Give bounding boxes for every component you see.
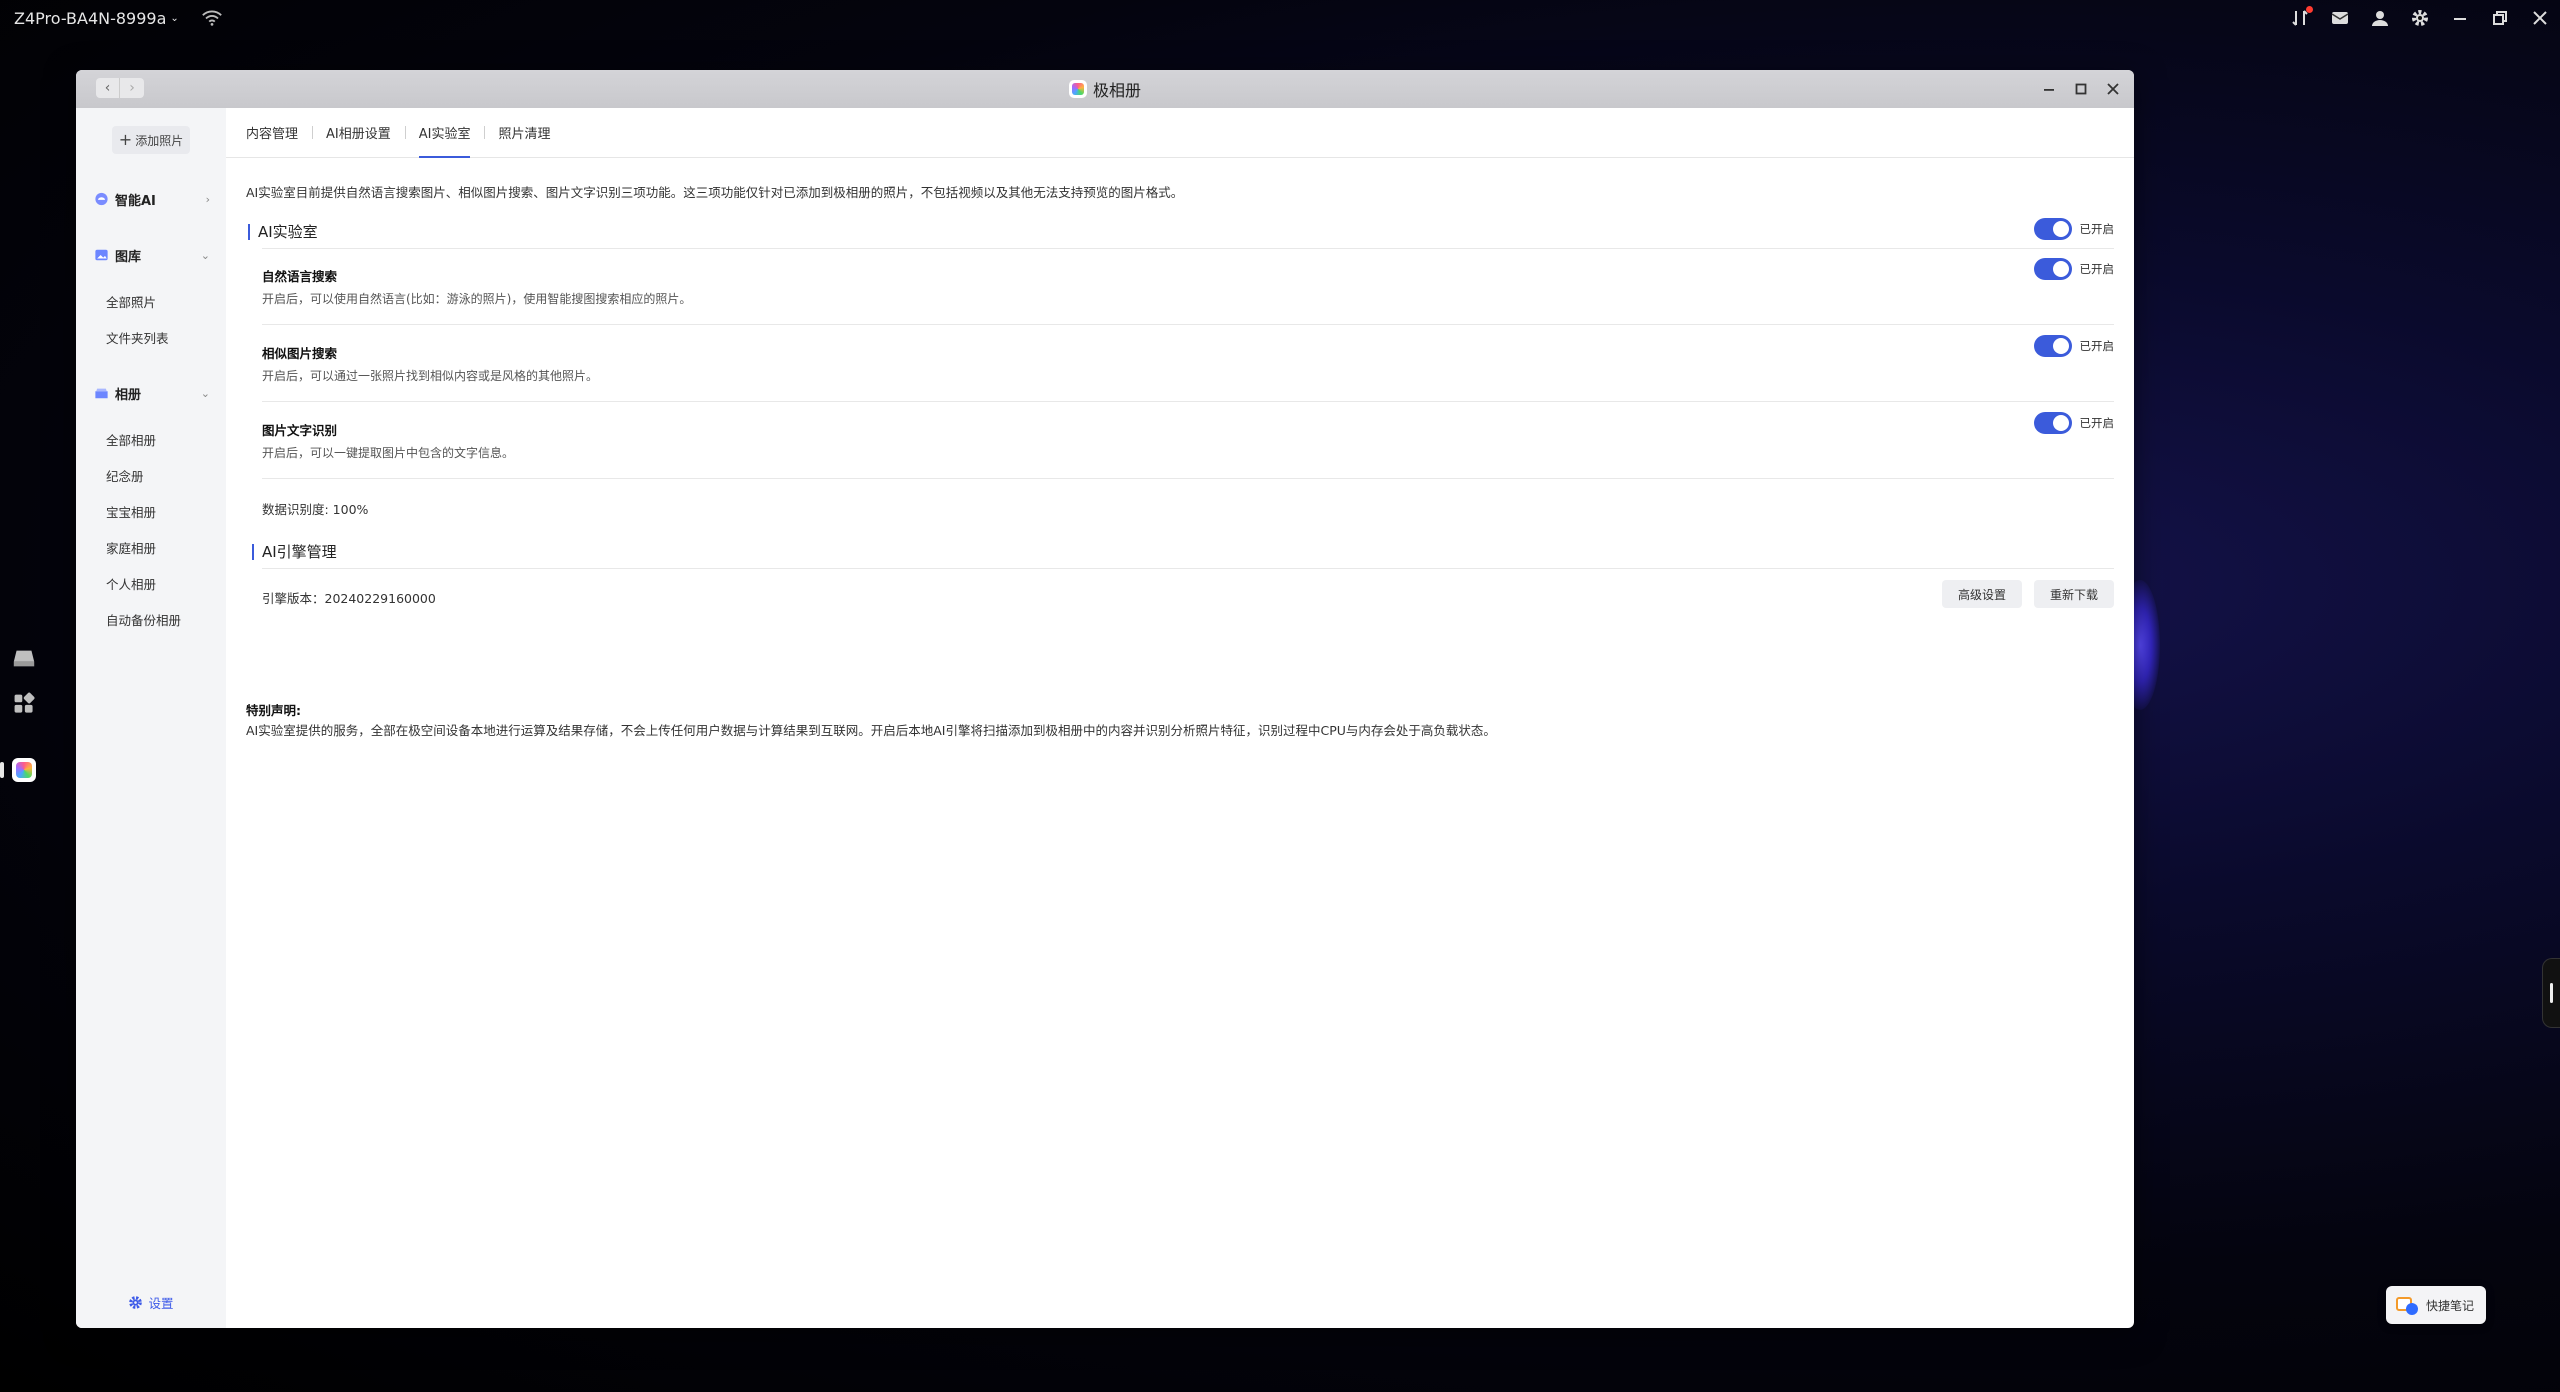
plus-icon: + <box>118 130 133 149</box>
system-tray <box>2290 0 2550 36</box>
tab-ai-album-settings[interactable]: AI相册设置 <box>312 108 405 158</box>
settings-label: 设置 <box>148 1296 174 1311</box>
forward-icon[interactable]: › <box>120 78 144 98</box>
close-icon[interactable] <box>2106 82 2120 96</box>
sidebar-item-label: 相册 <box>115 387 142 403</box>
recognition-progress-text: 数据识别度: 100% <box>262 502 369 517</box>
notice-title: 特别声明: <box>246 703 301 718</box>
sidebar-item-all-photos[interactable]: 全部照片 <box>106 292 156 311</box>
settings-button[interactable]: 设置 <box>76 1293 226 1312</box>
natural-language-search-toggle[interactable] <box>2033 258 2072 280</box>
minimize-icon[interactable] <box>2042 82 2056 96</box>
feature-title-image-text-recognition: 图片文字识别 <box>262 423 338 438</box>
toggle-state-label: 已开启 <box>2079 339 2115 353</box>
apps-grid-icon[interactable] <box>10 690 38 718</box>
sidebar-item-smart-ai[interactable]: 智能AI › <box>94 184 214 214</box>
similar-image-search-toggle[interactable] <box>2033 335 2072 357</box>
sidebar-item-personal-album[interactable]: 个人相册 <box>106 574 156 593</box>
main-content: 内容管理 AI相册设置 AI实验室 照片清理 AI实验室目前提供自然语言搜索图片… <box>226 108 2134 1328</box>
photo-album-app-icon[interactable] <box>12 758 36 782</box>
feature-desc-natural-language-search: 开启后，可以使用自然语言(比如：游泳的照片)，使用智能搜图搜索相应的照片。 <box>262 292 692 306</box>
side-panel-handle[interactable] <box>2542 958 2560 1028</box>
chevron-down-icon: ⌄ <box>200 386 210 400</box>
sidebar-item-auto-backup-album[interactable]: 自动备份相册 <box>106 610 181 629</box>
divider <box>262 324 2114 325</box>
sidebar-item-label: 图库 <box>115 249 142 265</box>
chevron-right-icon: › <box>205 192 210 206</box>
restore-icon[interactable] <box>2490 8 2510 28</box>
natural-language-search-toggle-row: 已开启 <box>2033 258 2115 280</box>
title-bar[interactable]: ‹ › 极相册 <box>76 70 2134 108</box>
add-photo-button[interactable]: + 添加照片 <box>112 126 190 154</box>
notification-dot <box>2306 6 2313 13</box>
advanced-settings-button[interactable]: 高级设置 <box>1941 580 2022 608</box>
maximize-icon[interactable] <box>2074 82 2088 96</box>
wifi-icon[interactable] <box>201 9 223 27</box>
redownload-button[interactable]: 重新下载 <box>2033 580 2114 608</box>
tab-photo-cleanup[interactable]: 照片清理 <box>484 108 564 158</box>
mail-icon[interactable] <box>2330 8 2350 28</box>
feature-title-natural-language-search: 自然语言搜索 <box>262 269 338 284</box>
gear-icon[interactable] <box>2410 8 2430 28</box>
chevron-down-icon: ⌄ <box>170 12 179 24</box>
image-text-recognition-toggle-row: 已开启 <box>2033 412 2115 434</box>
add-photo-label: 添加照片 <box>135 133 184 148</box>
quick-note-icon <box>2396 1295 2418 1315</box>
divider <box>262 401 2114 402</box>
feature-desc-similar-image-search: 开启后，可以通过一张照片找到相似内容或是风格的其他照片。 <box>262 369 599 383</box>
sidebar-item-library[interactable]: 图库 ⌄ <box>94 240 214 270</box>
toggle-state-label: 已开启 <box>2079 222 2115 236</box>
image-text-recognition-toggle[interactable] <box>2033 412 2072 434</box>
gallery-icon <box>95 249 108 261</box>
active-app-indicator <box>0 762 4 778</box>
tab-ai-lab[interactable]: AI实验室 <box>404 108 485 158</box>
sidebar-item-all-albums[interactable]: 全部相册 <box>106 430 156 449</box>
sidebar-item-family-album[interactable]: 家庭相册 <box>106 538 156 557</box>
ai-lab-master-toggle-row: 已开启 <box>2033 218 2115 240</box>
similar-image-search-toggle-row: 已开启 <box>2033 335 2115 357</box>
section-title-ai-engine: AI引擎管理 <box>252 544 337 560</box>
section-title-ai-lab: AI实验室 <box>248 224 318 240</box>
device-selector[interactable]: Z4Pro-BA4N-8999a ⌄ <box>14 9 179 28</box>
window-title-text: 极相册 <box>1092 81 1141 100</box>
toggle-state-label: 已开启 <box>2079 262 2115 276</box>
toggle-state-label: 已开启 <box>2079 416 2115 430</box>
close-icon[interactable] <box>2530 8 2550 28</box>
back-icon[interactable]: ‹ <box>96 78 120 98</box>
sidebar-item-label: 智能AI <box>115 193 156 209</box>
feature-desc-image-text-recognition: 开启后，可以一键提取图片中包含的文字信息。 <box>262 446 515 460</box>
drive-icon[interactable] <box>10 644 38 672</box>
feature-title-similar-image-search: 相似图片搜索 <box>262 346 338 361</box>
user-icon[interactable] <box>2370 8 2390 28</box>
sidebar-item-folder-list[interactable]: 文件夹列表 <box>106 328 169 347</box>
nav-buttons: ‹ › <box>96 78 144 98</box>
ai-lab-master-toggle[interactable] <box>2033 218 2072 240</box>
transfer-icon[interactable] <box>2290 6 2313 28</box>
sidebar-item-baby-album[interactable]: 宝宝相册 <box>106 502 156 521</box>
gear-icon <box>129 1296 143 1309</box>
quick-note-button[interactable]: 快捷笔记 <box>2386 1286 2486 1324</box>
notice-text: AI实验室提供的服务，全部在极空间设备本地进行运算及结果存储，不会上传任何用户数… <box>246 723 1496 738</box>
smart-ai-icon <box>95 192 108 206</box>
album-icon <box>95 388 108 399</box>
window-title: 极相册 <box>1068 77 1141 101</box>
device-name: Z4Pro-BA4N-8999a <box>14 8 167 28</box>
sidebar-item-memorial[interactable]: 纪念册 <box>106 466 144 485</box>
chevron-down-icon: ⌄ <box>200 248 210 262</box>
photo-album-window: ‹ › 极相册 + 添加照片 智能AI › 图库 ⌄ 全部照片 文件夹列表 相册… <box>76 70 2134 1328</box>
quick-note-label: 快捷笔记 <box>2426 1298 2475 1313</box>
intro-text: AI实验室目前提供自然语言搜索图片、相似图片搜索、图片文字识别三项功能。这三项功… <box>246 185 1184 200</box>
sidebar: + 添加照片 智能AI › 图库 ⌄ 全部照片 文件夹列表 相册 ⌄ 全部相册 … <box>76 108 226 1328</box>
app-logo-icon <box>1068 80 1087 98</box>
window-controls <box>2042 70 2120 108</box>
system-bar: Z4Pro-BA4N-8999a ⌄ <box>0 0 2560 36</box>
divider <box>262 478 2114 479</box>
sidebar-item-albums[interactable]: 相册 ⌄ <box>94 378 214 408</box>
tab-bar: 内容管理 AI相册设置 AI实验室 照片清理 <box>226 108 2134 158</box>
divider <box>262 248 2114 249</box>
engine-version-text: 引擎版本：20240229160000 <box>262 591 436 606</box>
minimize-icon[interactable] <box>2450 8 2470 28</box>
divider <box>262 568 2114 569</box>
tab-content-management[interactable]: 内容管理 <box>246 108 312 158</box>
